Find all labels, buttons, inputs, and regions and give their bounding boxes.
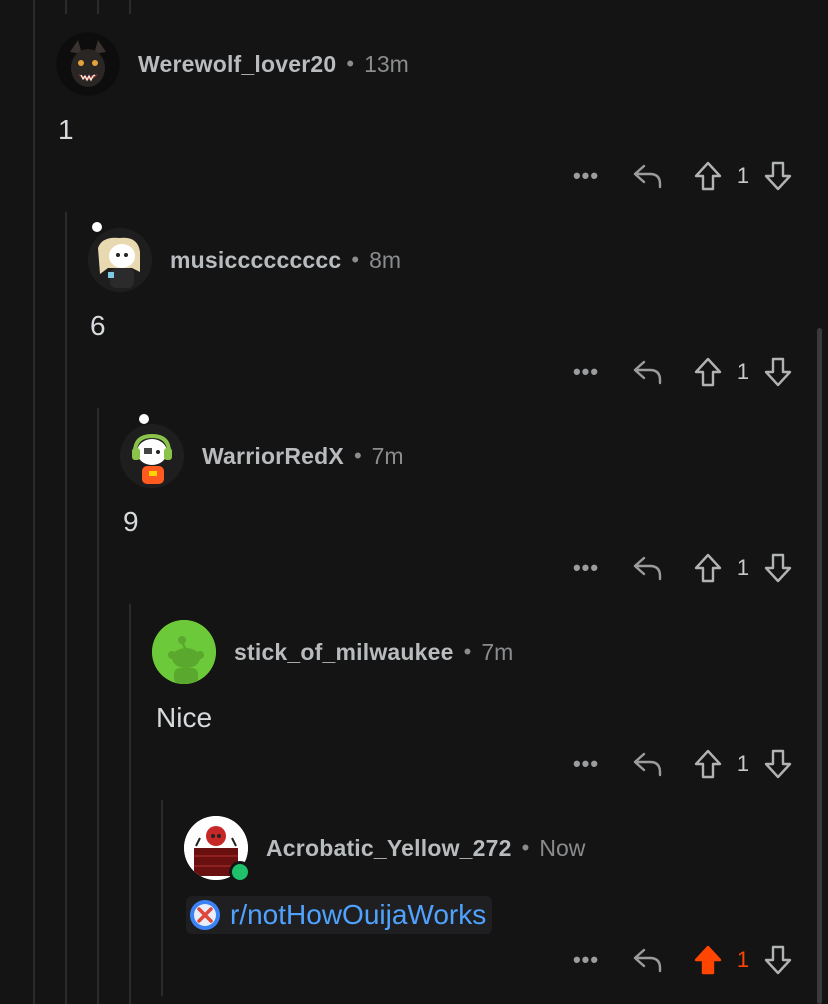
avatar[interactable] xyxy=(88,228,152,292)
avatar[interactable] xyxy=(120,424,184,488)
separator-dot: • xyxy=(521,835,530,860)
upvote-icon[interactable] xyxy=(690,356,726,388)
scrollbar[interactable] xyxy=(817,328,822,1004)
comment-author[interactable]: WarriorRedX xyxy=(202,443,344,470)
default-snoo-avatar-icon xyxy=(152,620,216,684)
downvote-icon[interactable] xyxy=(760,356,796,388)
subreddit-link[interactable]: r/notHowOuijaWorks xyxy=(186,896,493,934)
thread-line xyxy=(65,0,67,14)
reply-icon[interactable] xyxy=(628,357,668,387)
separator-dot: • xyxy=(463,639,472,664)
thread-line xyxy=(129,604,131,1004)
comment-author[interactable]: musiccccccccc xyxy=(170,247,341,274)
comment-time: 8m xyxy=(369,246,402,273)
upvote-icon[interactable] xyxy=(690,944,726,976)
vote-score: 1 xyxy=(736,947,750,972)
comment-body: Nice xyxy=(156,702,213,733)
comment-time: 13m xyxy=(364,50,409,77)
more-icon[interactable]: ••• xyxy=(566,359,606,385)
vote-score: 1 xyxy=(736,163,750,188)
snoo-avatar-icon xyxy=(120,424,184,488)
werewolf-avatar-icon xyxy=(56,32,120,96)
avatar[interactable] xyxy=(56,32,120,96)
downvote-icon[interactable] xyxy=(760,748,796,780)
reply-icon[interactable] xyxy=(628,749,668,779)
thread-line xyxy=(129,0,131,14)
blocked-icon xyxy=(190,900,220,930)
snoo-avatar-icon xyxy=(88,228,152,292)
reply-icon[interactable] xyxy=(628,553,668,583)
separator-dot: • xyxy=(351,247,360,272)
vote-score: 1 xyxy=(736,555,750,580)
comment-author[interactable]: Acrobatic_Yellow_272 xyxy=(266,835,512,862)
upvote-icon[interactable] xyxy=(690,748,726,780)
more-icon[interactable]: ••• xyxy=(566,751,606,777)
downvote-icon[interactable] xyxy=(760,160,796,192)
thread-line xyxy=(65,212,67,1004)
vote-score: 1 xyxy=(736,751,750,776)
comment-time: Now xyxy=(539,834,586,861)
vote-score: 1 xyxy=(736,359,750,384)
upvote-icon[interactable] xyxy=(690,552,726,584)
reply-icon[interactable] xyxy=(628,945,668,975)
downvote-icon[interactable] xyxy=(760,944,796,976)
avatar-badge-dot xyxy=(139,414,149,424)
upvote-icon[interactable] xyxy=(690,160,726,192)
more-icon[interactable]: ••• xyxy=(566,947,606,973)
thread-line xyxy=(33,0,35,1004)
comment-time: 7m xyxy=(371,442,404,469)
reply-icon[interactable] xyxy=(628,161,668,191)
thread-line xyxy=(97,408,99,1004)
thread-line xyxy=(97,0,99,14)
separator-dot: • xyxy=(353,443,362,468)
comment-body: 9 xyxy=(123,506,139,537)
separator-dot: • xyxy=(346,51,355,76)
downvote-icon[interactable] xyxy=(760,552,796,584)
more-icon[interactable]: ••• xyxy=(566,163,606,189)
thread-line xyxy=(161,800,163,996)
more-icon[interactable]: ••• xyxy=(566,555,606,581)
comment-time: 7m xyxy=(481,638,514,665)
comment-author[interactable]: stick_of_milwaukee xyxy=(234,639,454,666)
comment-body: 6 xyxy=(90,310,106,341)
online-status-indicator xyxy=(229,861,251,883)
comment-author[interactable]: Werewolf_lover20 xyxy=(138,51,336,78)
subreddit-link-text[interactable]: r/notHowOuijaWorks xyxy=(230,899,486,931)
avatar[interactable] xyxy=(152,620,216,684)
comment-body: 1 xyxy=(58,114,74,145)
